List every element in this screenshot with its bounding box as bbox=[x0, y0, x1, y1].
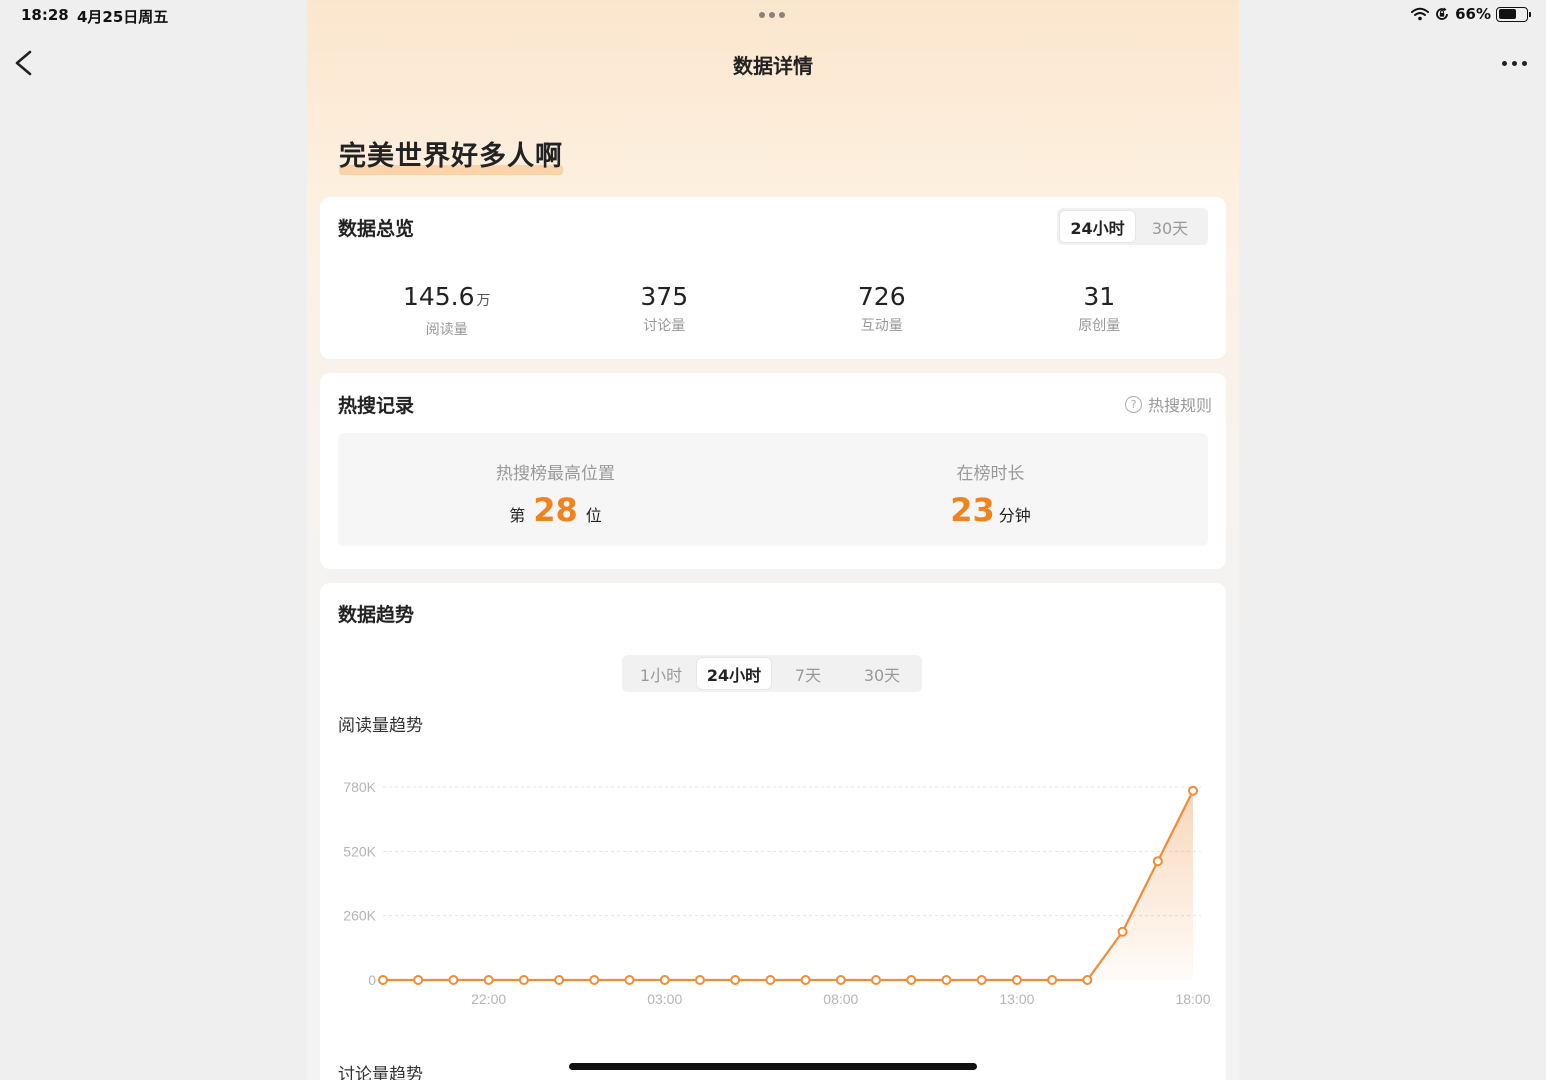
stat-label: 互动量 bbox=[860, 318, 903, 334]
topic-title: 完美世界好多人啊 bbox=[339, 141, 563, 172]
battery-percent: 66% bbox=[1455, 5, 1491, 23]
rank-suffix: 位 bbox=[585, 506, 602, 525]
tab-30d[interactable]: 30天 bbox=[845, 658, 919, 689]
hot-search-rules-link[interactable]: ? 热搜规则 bbox=[1124, 392, 1212, 416]
data-point bbox=[1011, 975, 1022, 985]
data-point bbox=[589, 975, 600, 985]
battery-level bbox=[1498, 9, 1517, 19]
data-point bbox=[483, 975, 494, 985]
topic-heading: 完美世界好多人啊 bbox=[339, 134, 563, 175]
data-point bbox=[835, 975, 846, 985]
data-point bbox=[1152, 856, 1163, 867]
more-dot-icon bbox=[1521, 60, 1527, 66]
rank-value: 28 bbox=[533, 491, 578, 529]
hot-search-card: 热搜记录 ? 热搜规则 热搜榜最高位置 第 28 位 在榜时长 23 分钟 bbox=[320, 373, 1226, 569]
overview-title: 数据总览 bbox=[338, 218, 415, 240]
detail-panel: 数据详情 完美世界好多人啊 数据总览 24小时 30天 145.6 万 阅读量 3… bbox=[307, 0, 1239, 1080]
stat-value: 145.6 bbox=[402, 282, 475, 311]
area-fill bbox=[1087, 790, 1193, 980]
overview-card: 数据总览 24小时 30天 145.6 万 阅读量 375 讨论量 726 互动量… bbox=[320, 197, 1226, 359]
series-line bbox=[383, 790, 1194, 982]
stat-label: 阅读量 bbox=[425, 322, 468, 338]
data-point bbox=[1047, 975, 1058, 985]
battery-icon bbox=[1496, 6, 1531, 22]
hot-highest-rank: 热搜榜最高位置 第 28 位 bbox=[338, 433, 773, 546]
duration-suffix: 分钟 bbox=[998, 506, 1031, 525]
data-point bbox=[448, 975, 459, 985]
rank-prefix: 第 bbox=[509, 506, 526, 525]
hot-highest-label: 热搜榜最高位置 bbox=[496, 464, 615, 484]
data-point bbox=[624, 975, 635, 985]
x-tick-label: 18:00 bbox=[1175, 991, 1210, 1006]
tab-24h[interactable]: 24小时 bbox=[1060, 211, 1135, 242]
trend-title: 数据趋势 bbox=[338, 604, 415, 626]
stat-value: 375 bbox=[640, 282, 689, 311]
status-date: 4月25日周五 bbox=[77, 8, 169, 26]
x-tick-label: 22:00 bbox=[471, 991, 506, 1006]
y-tick-label: 780K bbox=[343, 779, 376, 795]
stat-discussions[interactable]: 375 讨论量 bbox=[556, 281, 774, 339]
y-tick-label: 260K bbox=[343, 908, 376, 924]
data-point bbox=[518, 975, 529, 985]
data-point bbox=[659, 975, 670, 985]
overview-period-tabs: 24小时 30天 bbox=[1057, 208, 1208, 245]
data-point bbox=[730, 975, 741, 985]
read-trend-title: 阅读量趋势 bbox=[338, 716, 423, 736]
hot-search-summary: 热搜榜最高位置 第 28 位 在榜时长 23 分钟 bbox=[338, 433, 1208, 546]
data-point bbox=[765, 975, 776, 985]
data-point bbox=[871, 975, 882, 985]
overview-stats: 145.6 万 阅读量 375 讨论量 726 互动量 31 原创量 bbox=[320, 281, 1226, 339]
more-dot-icon bbox=[1511, 60, 1517, 66]
stat-interactions[interactable]: 726 互动量 bbox=[773, 281, 991, 339]
tab-7d[interactable]: 7天 bbox=[771, 658, 845, 689]
stat-unit: 万 bbox=[476, 293, 491, 309]
trend-period-tabs: 1小时 24小时 7天 30天 bbox=[622, 655, 922, 692]
home-indicator[interactable] bbox=[569, 1063, 977, 1070]
hot-duration: 在榜时长 23 分钟 bbox=[773, 433, 1208, 546]
read-trend-chart: 0 260K 520K 780K 22:00 03:00 08:00 13:00 18:00 bbox=[343, 779, 1210, 1006]
data-point bbox=[1188, 785, 1198, 796]
y-tick-label: 0 bbox=[368, 972, 376, 988]
data-point bbox=[906, 975, 917, 985]
hot-search-rules-label: 热搜规则 bbox=[1147, 396, 1212, 415]
more-options-button[interactable] bbox=[1496, 52, 1532, 74]
hot-duration-label: 在榜时长 bbox=[956, 464, 1025, 484]
stat-value: 31 bbox=[1083, 282, 1116, 311]
status-icons: 66% bbox=[1411, 5, 1531, 23]
wifi-icon bbox=[1411, 7, 1430, 21]
data-point bbox=[800, 975, 811, 985]
page-title: 数据详情 bbox=[733, 54, 813, 78]
hot-search-title: 热搜记录 bbox=[338, 395, 415, 417]
question-icon: ? bbox=[1124, 395, 1142, 413]
status-time: 18:28 bbox=[21, 6, 69, 24]
data-point bbox=[1082, 975, 1093, 985]
back-button[interactable] bbox=[10, 46, 38, 80]
data-point bbox=[378, 975, 388, 985]
data-point bbox=[554, 975, 565, 985]
orientation-lock-icon bbox=[1436, 7, 1448, 20]
data-point bbox=[413, 975, 424, 985]
data-point bbox=[1117, 926, 1128, 937]
x-tick-label: 03:00 bbox=[647, 991, 682, 1006]
x-tick-label: 08:00 bbox=[823, 991, 858, 1006]
data-point bbox=[976, 975, 987, 985]
status-bar: 18:28 4月25日周五 66% bbox=[0, 0, 1546, 32]
trend-card: 数据趋势 1小时 24小时 7天 30天 阅读量趋势 0 260K 520K 780K… bbox=[320, 583, 1226, 1080]
stat-label: 原创量 bbox=[1078, 318, 1121, 334]
data-point bbox=[941, 975, 952, 985]
tab-30d[interactable]: 30天 bbox=[1135, 211, 1205, 242]
discussion-trend-title: 讨论量趋势 bbox=[338, 1065, 423, 1080]
stat-reads[interactable]: 145.6 万 阅读量 bbox=[338, 281, 556, 339]
stat-originals[interactable]: 31 原创量 bbox=[991, 281, 1209, 339]
duration-value: 23 bbox=[950, 491, 995, 529]
chevron-left-icon bbox=[15, 50, 32, 76]
stat-label: 讨论量 bbox=[643, 318, 686, 334]
data-point bbox=[694, 975, 705, 985]
more-dot-icon bbox=[1501, 60, 1507, 66]
y-tick-label: 520K bbox=[343, 843, 376, 859]
stat-value: 726 bbox=[857, 282, 906, 311]
tab-24h[interactable]: 24小时 bbox=[697, 658, 771, 689]
x-tick-label: 13:00 bbox=[999, 991, 1034, 1006]
tab-1h[interactable]: 1小时 bbox=[625, 658, 697, 689]
